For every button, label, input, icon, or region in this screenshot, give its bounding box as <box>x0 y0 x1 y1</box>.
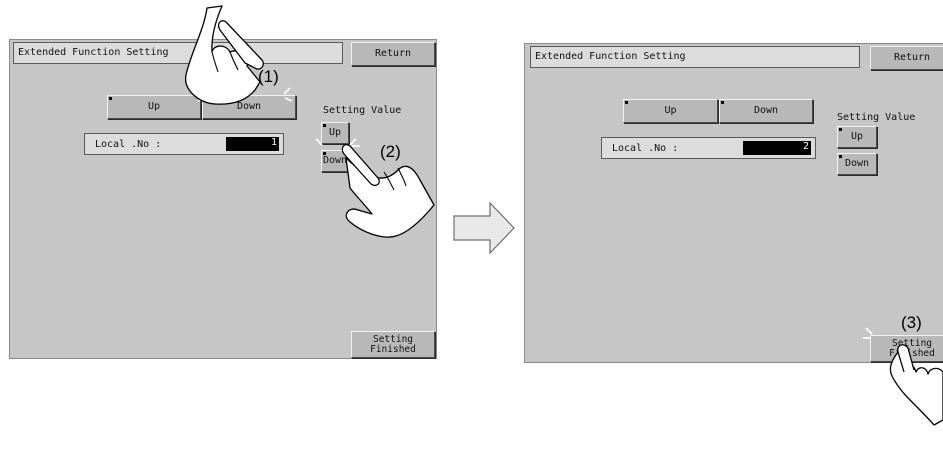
left-screen-panel: Extended Function Setting Return Up Down… <box>9 39 437 359</box>
right-screen-panel: Extended Function Setting Return Up Down… <box>524 43 943 363</box>
button-indicator-icon <box>323 152 326 155</box>
step-2-label: (2) <box>380 142 401 161</box>
right-title-bar: Extended Function Setting <box>530 46 860 68</box>
left-up-label: Up <box>147 100 161 112</box>
button-indicator-icon <box>109 97 112 100</box>
left-return-button[interactable]: Return <box>351 42 435 66</box>
left-down-button[interactable]: Down <box>202 95 296 119</box>
left-local-no-value: 1 <box>226 137 279 151</box>
right-local-no-field: Local .No : 2 <box>601 137 816 159</box>
right-local-no-value: 2 <box>743 141 811 155</box>
button-indicator-icon <box>839 128 842 131</box>
step-1-label: (1) <box>258 67 279 86</box>
right-down-button[interactable]: Down <box>719 99 813 123</box>
button-indicator-icon <box>721 101 724 104</box>
left-local-no-field: Local .No : 1 <box>84 133 284 155</box>
left-setting-value-label: Setting Value <box>323 105 402 116</box>
left-setting-finished-button[interactable]: Setting Finished <box>351 331 435 358</box>
right-sv-down-button[interactable]: Down <box>837 153 877 175</box>
right-up-button[interactable]: Up <box>623 99 718 123</box>
right-return-button[interactable]: Return <box>870 46 943 70</box>
left-sv-up-button[interactable]: Up <box>321 122 349 144</box>
button-indicator-icon <box>839 155 842 158</box>
right-setting-finished-button[interactable]: Setting Finished <box>870 335 943 362</box>
left-title-bar: Extended Function Setting <box>13 42 343 64</box>
button-indicator-icon <box>323 124 326 127</box>
right-sv-up-button[interactable]: Up <box>837 126 877 148</box>
left-sv-up-label: Up <box>328 126 342 138</box>
left-down-label: Down <box>236 100 262 112</box>
button-indicator-icon <box>625 101 628 104</box>
left-sv-down-label: Down <box>322 154 348 166</box>
right-down-label: Down <box>753 104 779 116</box>
right-setting-value-label: Setting Value <box>837 112 916 123</box>
left-local-no-label: Local .No : <box>95 139 162 150</box>
right-local-no-label: Local .No : <box>612 143 679 154</box>
right-up-label: Up <box>664 104 677 116</box>
left-up-button[interactable]: Up <box>107 95 201 119</box>
right-sv-down-label: Down <box>844 157 870 169</box>
step-3-label: (3) <box>901 313 922 332</box>
button-indicator-icon <box>204 97 207 100</box>
right-sv-up-label: Up <box>850 130 864 142</box>
left-sv-down-button[interactable]: Down <box>321 150 349 172</box>
